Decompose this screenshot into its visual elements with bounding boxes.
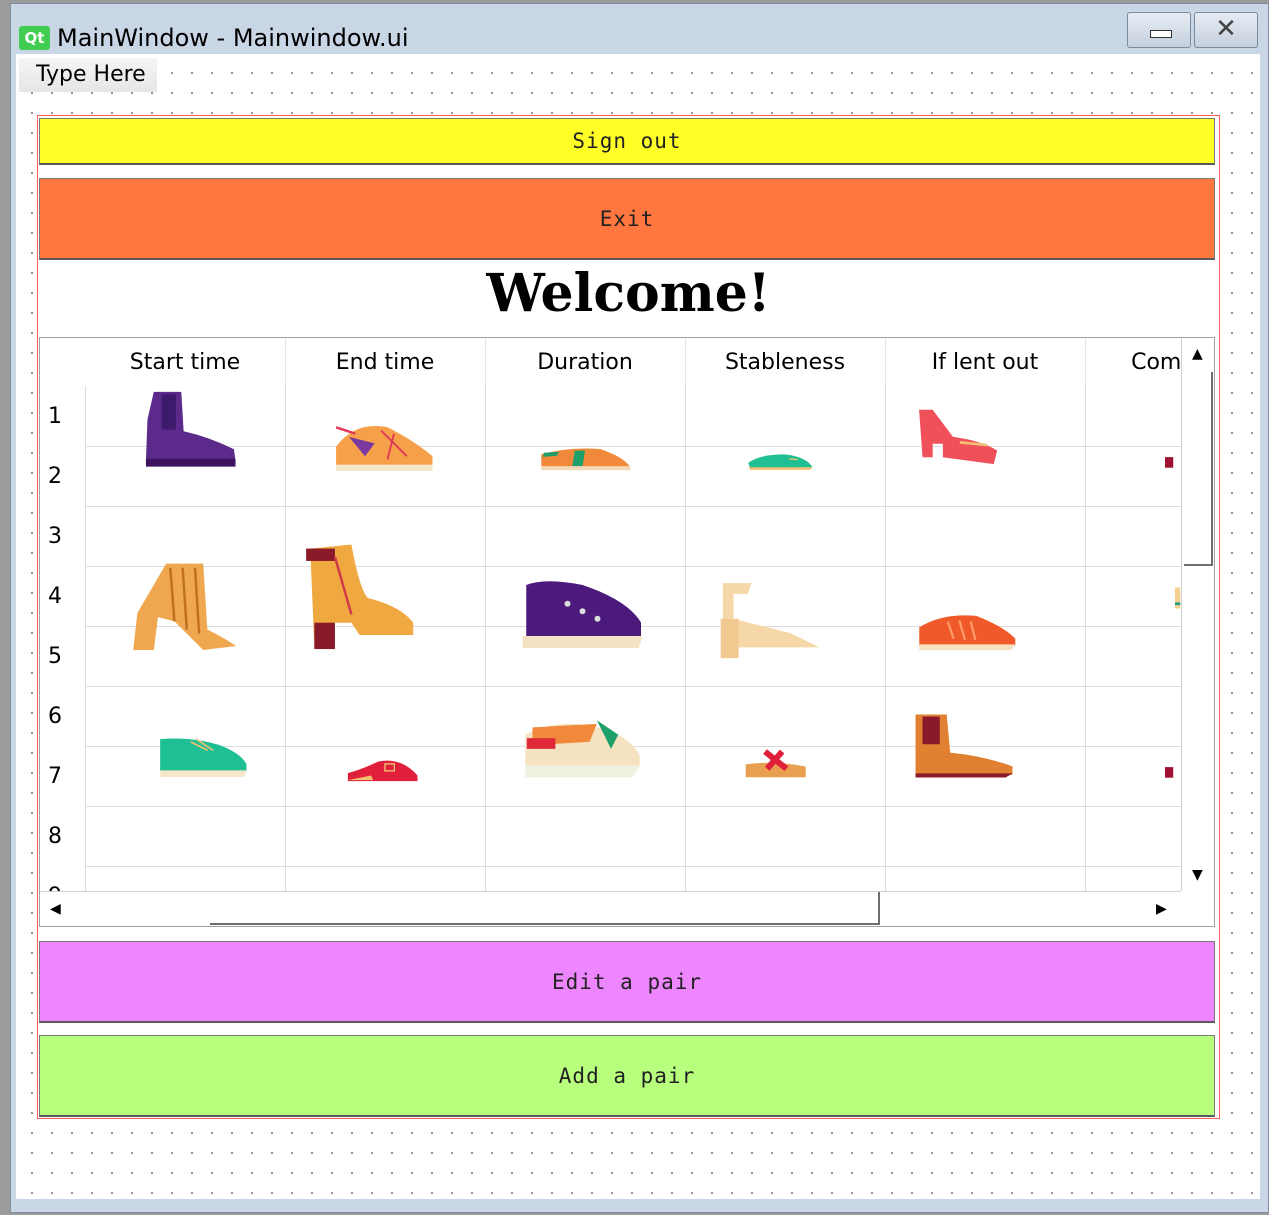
scroll-right-icon[interactable]: ▶: [1156, 902, 1167, 916]
scroll-up-icon[interactable]: ▲: [1192, 347, 1203, 361]
header-separator: [685, 338, 686, 386]
teal-sneaker-icon: [160, 738, 247, 778]
orange-green-sneaker-icon: [541, 448, 631, 471]
teal-loafer-icon: [748, 454, 813, 470]
minimize-button[interactable]: [1127, 12, 1191, 48]
horizontal-scrollbar[interactable]: ◀ ▶: [40, 891, 1181, 926]
sign-out-button[interactable]: Sign out: [39, 118, 1215, 165]
central-layout: Sign out Exit Welcome! Start time End tim…: [37, 115, 1220, 1119]
grid-line: [85, 686, 1185, 687]
qt-logo-icon: Qt: [19, 26, 50, 50]
row-header[interactable]: 6: [48, 704, 78, 729]
exit-button[interactable]: Exit: [39, 178, 1215, 260]
edit-pair-button[interactable]: Edit a pair: [39, 941, 1215, 1023]
header-separator: [885, 338, 886, 386]
grid-line: [285, 386, 286, 891]
purple-sneaker-icon: [522, 581, 643, 648]
vertical-scroll-thumb[interactable]: [1184, 372, 1213, 566]
header-separator: [1085, 338, 1086, 386]
column-header[interactable]: Stableness: [685, 350, 885, 375]
grid-line: [485, 386, 486, 891]
close-icon: ✕: [1215, 14, 1237, 44]
row-header[interactable]: 2: [48, 464, 78, 489]
title-bar: Qt MainWindow - Mainwindow.ui ✕: [11, 4, 1268, 54]
patterned-sneaker-icon: [335, 426, 433, 471]
header-separator: [285, 338, 286, 386]
menu-bar: Type Here: [16, 54, 1260, 92]
row-header[interactable]: 7: [48, 764, 78, 789]
shoe-table[interactable]: Start time End time Duration Stableness If l…: [39, 337, 1215, 927]
orange-running-shoe-icon: [919, 615, 1016, 651]
grid-line: [85, 506, 1185, 507]
red-strap-sandal-icon: [745, 749, 806, 778]
orange-chelsea-boot-icon: [915, 714, 1013, 778]
header-separator: [485, 338, 486, 386]
colorful-chunky-sneaker-icon: [525, 720, 640, 778]
form-canvas: Type Here Sign out Exit Welcome! Start t…: [16, 54, 1260, 1199]
menu-type-here[interactable]: Type Here: [19, 58, 157, 92]
fringed-heel-sandal-icon: [133, 563, 237, 651]
column-header[interactable]: Duration: [485, 350, 685, 375]
beige-block-heel-icon: [720, 583, 820, 659]
add-pair-button[interactable]: Add a pair: [39, 1035, 1215, 1117]
welcome-heading: Welcome!: [486, 263, 771, 324]
red-mule-icon: [347, 760, 418, 782]
column-header[interactable]: If lent out: [885, 350, 1085, 375]
row-header[interactable]: 8: [48, 824, 78, 849]
scroll-down-icon[interactable]: ▼: [1192, 868, 1203, 882]
yellow-lace-up-boot-icon: [306, 544, 414, 650]
column-header[interactable]: Start time: [85, 350, 285, 375]
column-header[interactable]: End time: [285, 350, 485, 375]
purple-chelsea-boot-icon: [145, 391, 236, 467]
row-header[interactable]: 3: [48, 524, 78, 549]
horizontal-scroll-thumb[interactable]: [210, 892, 880, 925]
window-title: MainWindow - Mainwindow.ui: [57, 24, 409, 52]
red-heeled-loafer-icon: [919, 409, 998, 465]
main-window: Qt MainWindow - Mainwindow.ui ✕ Type Her…: [10, 3, 1269, 1213]
row-header[interactable]: 5: [48, 644, 78, 669]
vertical-scrollbar[interactable]: ▲ ▼: [1181, 338, 1214, 891]
close-button[interactable]: ✕: [1194, 12, 1258, 48]
scroll-left-icon[interactable]: ◀: [50, 902, 61, 916]
grid-line: [1085, 386, 1086, 891]
minimize-icon: [1150, 30, 1172, 38]
grid-line: [685, 386, 686, 891]
grid-line: [85, 866, 1185, 867]
row-header[interactable]: 4: [48, 584, 78, 609]
grid-line: [85, 386, 86, 891]
row-header[interactable]: 1: [48, 404, 78, 429]
